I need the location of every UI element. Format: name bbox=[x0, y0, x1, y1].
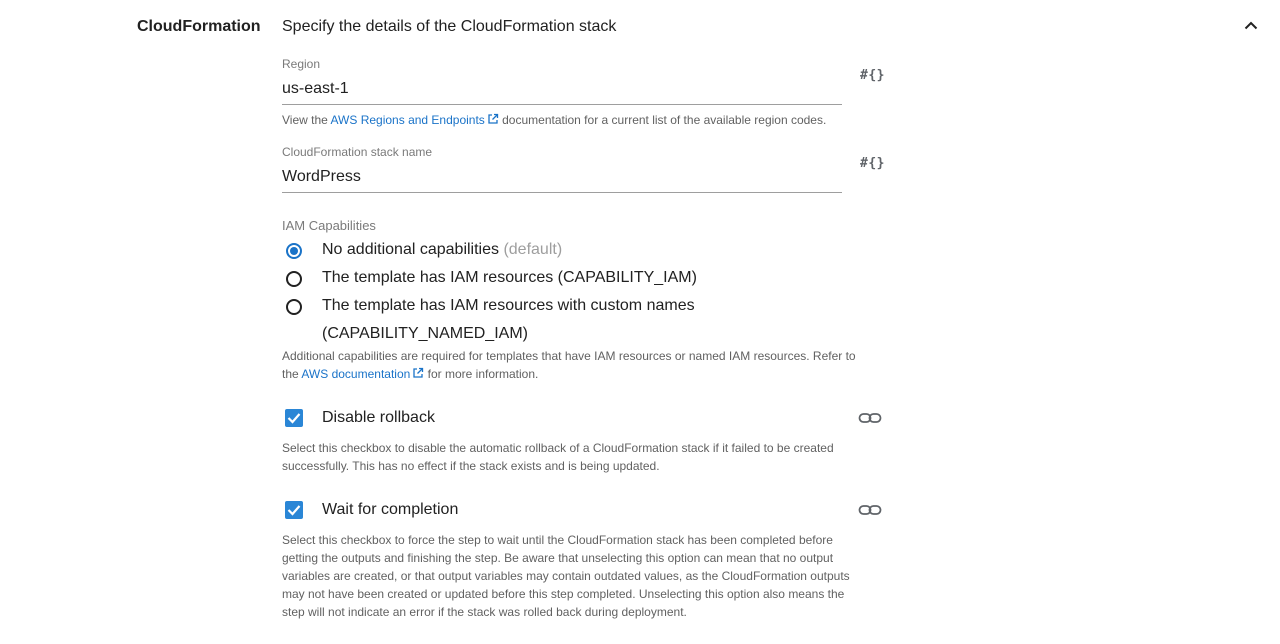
iam-help-line: the AWS documentation for more informati… bbox=[282, 365, 882, 383]
help-line: step will not indicate an error if the s… bbox=[282, 605, 687, 619]
chevron-up-icon bbox=[1244, 21, 1258, 29]
link-icon bbox=[858, 413, 882, 423]
help-line: variables are created, or that output va… bbox=[282, 569, 850, 583]
wait-for-completion-checkbox[interactable] bbox=[285, 501, 303, 519]
radio-label-line: (CAPABILITY_NAMED_IAM) bbox=[322, 325, 528, 342]
help-line: Select this checkbox to disable the auto… bbox=[282, 441, 834, 455]
section-title: CloudFormation bbox=[137, 18, 261, 35]
help-line: successfully. This has no effect if the … bbox=[282, 459, 660, 473]
help-line: may not have been created or updated bef… bbox=[282, 587, 845, 601]
radio-option-capability-named-iam[interactable]: The template has IAM resources with cust… bbox=[282, 297, 695, 348]
wait-for-completion-option[interactable]: Wait for completion bbox=[282, 501, 458, 519]
radio-option-no-capabilities[interactable]: No additional capabilities (default) bbox=[282, 241, 562, 264]
aws-documentation-link-text[interactable]: AWS documentation bbox=[301, 367, 410, 381]
radio-button[interactable] bbox=[286, 299, 302, 315]
radio-label-text: No additional capabilities bbox=[322, 241, 499, 258]
disable-rollback-option[interactable]: Disable rollback bbox=[282, 409, 435, 427]
iam-help: Additional capabilities are required for… bbox=[282, 347, 882, 383]
region-help-prefix: View the bbox=[282, 113, 331, 127]
link-icon bbox=[858, 505, 882, 515]
iam-capabilities-label: IAM Capabilities bbox=[282, 218, 376, 233]
external-link-icon bbox=[413, 367, 424, 378]
help-line: getting the outputs and finishing the st… bbox=[282, 551, 834, 565]
aws-regions-link[interactable]: AWS Regions and Endpoints bbox=[330, 113, 498, 127]
help-line: Select this checkbox to force the step t… bbox=[282, 533, 833, 547]
iam-help-suffix: for more information. bbox=[424, 367, 539, 381]
disable-rollback-label: Disable rollback bbox=[322, 409, 435, 426]
collapse-button[interactable] bbox=[1240, 14, 1262, 36]
radio-label: The template has IAM resources (CAPABILI… bbox=[322, 269, 697, 286]
region-help-suffix: documentation for a current list of the … bbox=[498, 113, 827, 127]
region-label: Region bbox=[282, 57, 321, 71]
stack-name-input[interactable]: WordPress bbox=[282, 168, 842, 193]
wait-for-completion-label: Wait for completion bbox=[322, 501, 459, 518]
wait-for-completion-help: Select this checkbox to force the step t… bbox=[282, 531, 882, 621]
radio-label: The template has IAM resources with cust… bbox=[322, 292, 695, 348]
radio-label-line: The template has IAM resources with cust… bbox=[322, 297, 695, 314]
radio-button-checked[interactable] bbox=[286, 243, 302, 259]
section-description: Specify the details of the CloudFormatio… bbox=[282, 18, 617, 35]
region-variable-button[interactable]: #{} bbox=[860, 68, 885, 83]
disable-rollback-help: Select this checkbox to disable the auto… bbox=[282, 439, 882, 475]
region-help: View the AWS Regions and Endpoints docum… bbox=[282, 111, 882, 129]
stack-name-label: CloudFormation stack name bbox=[282, 145, 433, 159]
radio-label: No additional capabilities (default) bbox=[322, 236, 562, 264]
disable-rollback-link-button[interactable] bbox=[858, 411, 882, 430]
iam-help-prefix: the bbox=[282, 367, 302, 381]
stack-name-variable-button[interactable]: #{} bbox=[860, 156, 885, 171]
external-link-icon bbox=[488, 113, 498, 124]
disable-rollback-checkbox[interactable] bbox=[285, 409, 303, 427]
aws-regions-link-text[interactable]: AWS Regions and Endpoints bbox=[330, 113, 484, 127]
radio-option-capability-iam[interactable]: The template has IAM resources (CAPABILI… bbox=[282, 269, 697, 292]
aws-documentation-link[interactable]: AWS documentation bbox=[301, 367, 424, 381]
wait-for-completion-link-button[interactable] bbox=[858, 503, 882, 522]
checkmark-icon bbox=[287, 505, 301, 516]
checkmark-icon bbox=[287, 413, 301, 424]
radio-default-suffix: (default) bbox=[503, 241, 563, 258]
region-input[interactable]: us-east-1 bbox=[282, 80, 842, 105]
iam-help-line: Additional capabilities are required for… bbox=[282, 349, 856, 363]
radio-button[interactable] bbox=[286, 271, 302, 287]
